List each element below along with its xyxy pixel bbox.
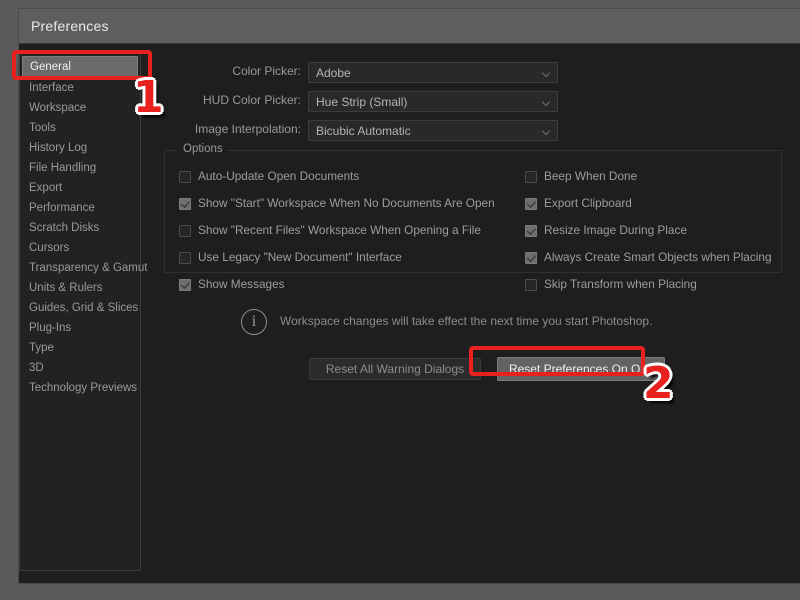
reset-preferences-on-quit-button[interactable]: Reset Preferences On Quit: [497, 357, 665, 381]
dropdown-color-picker[interactable]: Adobe: [308, 62, 558, 83]
dropdown-value: Hue Strip (Small): [316, 95, 407, 109]
checkbox-checked-icon[interactable]: [179, 198, 191, 210]
checkbox-label: Skip Transform when Placing: [544, 277, 697, 291]
checkbox-label: Resize Image During Place: [544, 223, 687, 237]
reset-all-warning-dialogs-button[interactable]: Reset All Warning Dialogs: [309, 358, 481, 380]
dialog-titlebar: Preferences: [19, 9, 800, 44]
workspace-note-text: Workspace changes will take effect the n…: [280, 314, 652, 328]
checkbox-label: Always Create Smart Objects when Placing: [544, 250, 772, 264]
checkbox-label: Show "Start" Workspace When No Documents…: [198, 196, 495, 210]
field-label: Color Picker:: [141, 64, 301, 78]
field-label: HUD Color Picker:: [141, 93, 301, 107]
checkbox-unchecked-icon[interactable]: [179, 171, 191, 183]
dropdown-value: Adobe: [316, 66, 351, 80]
sidebar-item-interface[interactable]: Interface: [20, 78, 140, 98]
sidebar-item-cursors[interactable]: Cursors: [20, 238, 140, 258]
field-label: Image Interpolation:: [141, 122, 301, 136]
field-row: HUD Color Picker: Hue Strip (Small): [141, 91, 641, 112]
chevron-down-icon: [543, 128, 550, 135]
checkbox-label: Use Legacy "New Document" Interface: [198, 250, 402, 264]
sidebar-item-type[interactable]: Type: [20, 338, 140, 358]
dialog-title: Preferences: [31, 18, 109, 34]
sidebar-item-transparency-gamut[interactable]: Transparency & Gamut: [20, 258, 140, 278]
checkbox-unchecked-icon[interactable]: [525, 171, 537, 183]
checkbox-label: Show "Recent Files" Workspace When Openi…: [198, 223, 481, 237]
sidebar-item-tools[interactable]: Tools: [20, 118, 140, 138]
sidebar-item-history-log[interactable]: History Log: [20, 138, 140, 158]
checkbox-checked-icon[interactable]: [179, 279, 191, 291]
checkbox-unchecked-icon[interactable]: [525, 279, 537, 291]
checkbox-checked-icon[interactable]: [525, 252, 537, 264]
sidebar-item-technology-previews[interactable]: Technology Previews: [20, 378, 140, 398]
checkbox-unchecked-icon[interactable]: [179, 252, 191, 264]
checkbox-label: Show Messages: [198, 277, 285, 291]
sidebar-item-plug-ins[interactable]: Plug-Ins: [20, 318, 140, 338]
checkbox-checked-icon[interactable]: [525, 198, 537, 210]
options-group-legend: Options: [179, 143, 227, 155]
info-icon: i: [241, 309, 267, 335]
sidebar-item-workspace[interactable]: Workspace: [20, 98, 140, 118]
chevron-down-icon: [543, 70, 550, 77]
preferences-category-list[interactable]: GeneralInterfaceWorkspaceToolsHistory Lo…: [19, 53, 141, 571]
preferences-dialog: Preferences GeneralInterfaceWorkspaceToo…: [18, 8, 800, 584]
info-icon-glyph: i: [242, 313, 266, 331]
dropdown-value: Bicubic Automatic: [316, 124, 411, 138]
field-row: Color Picker: Adobe: [141, 62, 641, 83]
sidebar-item-general[interactable]: General: [22, 56, 138, 78]
sidebar-item-performance[interactable]: Performance: [20, 198, 140, 218]
sidebar-item-file-handling[interactable]: File Handling: [20, 158, 140, 178]
sidebar-item-units-rulers[interactable]: Units & Rulers: [20, 278, 140, 298]
field-row: Image Interpolation: Bicubic Automatic: [141, 120, 641, 141]
checkbox-label: Beep When Done: [544, 169, 637, 183]
chevron-down-icon: [543, 99, 550, 106]
dropdown-hud-color-picker[interactable]: Hue Strip (Small): [308, 91, 558, 112]
sidebar-item-scratch-disks[interactable]: Scratch Disks: [20, 218, 140, 238]
sidebar-item-3d[interactable]: 3D: [20, 358, 140, 378]
checkbox-label: Export Clipboard: [544, 196, 632, 210]
sidebar-item-guides-grid-slices[interactable]: Guides, Grid & Slices: [20, 298, 140, 318]
checkbox-unchecked-icon[interactable]: [179, 225, 191, 237]
checkbox-label: Auto-Update Open Documents: [198, 169, 359, 183]
checkbox-checked-icon[interactable]: [525, 225, 537, 237]
sidebar-item-export[interactable]: Export: [20, 178, 140, 198]
dropdown-image-interpolation[interactable]: Bicubic Automatic: [308, 120, 558, 141]
preferences-content-pane: Color Picker: Adobe HUD Color Picker: Hue S…: [141, 44, 800, 583]
